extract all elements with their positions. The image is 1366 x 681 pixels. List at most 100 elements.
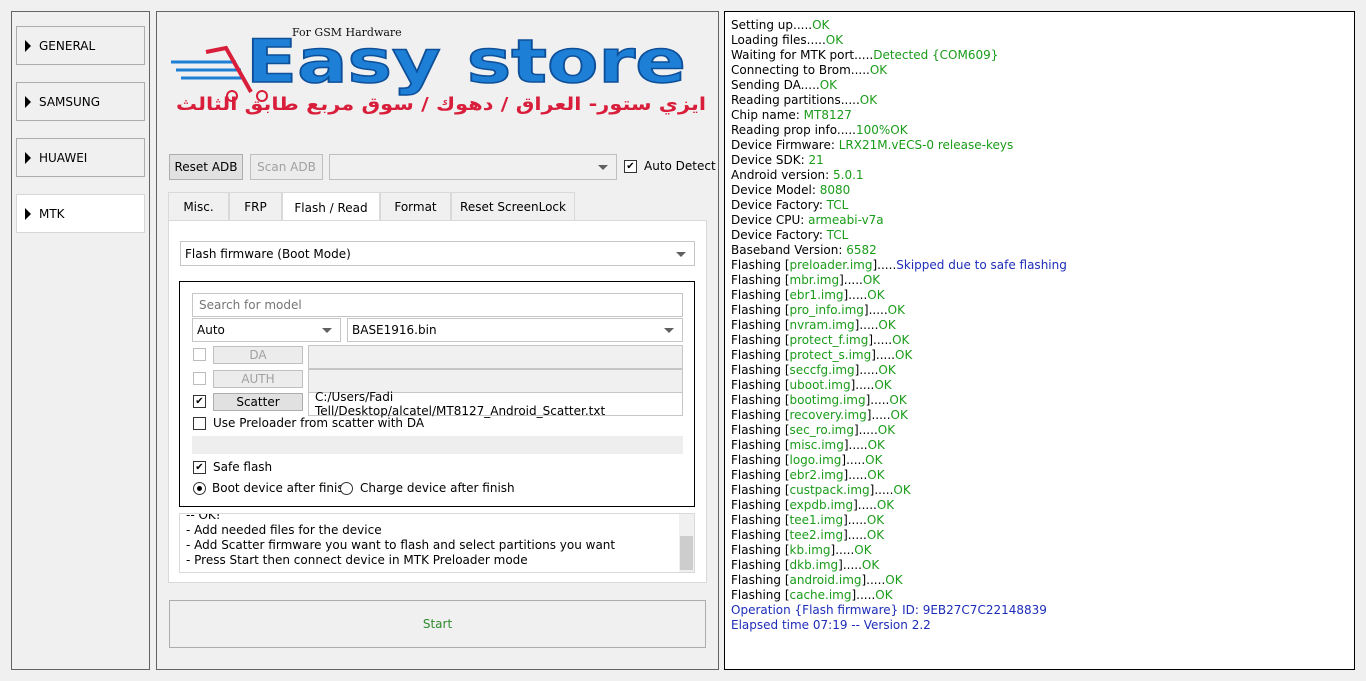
tab-misc[interactable]: Misc. bbox=[168, 192, 229, 221]
log-line: Flashing [protect_f.img].....OK bbox=[731, 333, 909, 348]
log-segment: Flashing [ bbox=[731, 423, 790, 437]
log-segment: ]..... bbox=[843, 468, 868, 482]
log-segment: MT8127 bbox=[803, 108, 852, 122]
log-segment: Loading files..... bbox=[731, 33, 826, 47]
sidebar-item-samsung[interactable]: SAMSUNG bbox=[16, 82, 145, 121]
triangle-right-icon bbox=[25, 207, 31, 220]
sidebar-item-huawei[interactable]: HUAWEI bbox=[16, 138, 145, 177]
charge-after-finish-label: Charge device after finish bbox=[360, 481, 515, 495]
log-line: Baseband Version: 6582 bbox=[731, 243, 877, 258]
adb-device-select[interactable] bbox=[329, 154, 617, 180]
log-line: Flashing [kb.img].....OK bbox=[731, 543, 872, 558]
log-segment: OK bbox=[866, 513, 885, 527]
log-segment: protect_s.img bbox=[789, 348, 872, 362]
log-segment: Device Factory: bbox=[731, 228, 827, 242]
log-line: Waiting for MTK port.....Detected {COM60… bbox=[731, 48, 998, 63]
logo: For GSM Hardware Easy store ايزي ستور- ا… bbox=[166, 20, 711, 118]
log-line: Flashing [sec_ro.img].....OK bbox=[731, 423, 895, 438]
log-segment: cache.img bbox=[789, 588, 852, 602]
log-segment: Flashing [ bbox=[731, 483, 790, 497]
da-button[interactable]: DA bbox=[213, 346, 303, 364]
log-segment: ]..... bbox=[869, 483, 894, 497]
log-segment: OK bbox=[865, 453, 883, 467]
log-segment: custpack.img bbox=[789, 483, 870, 497]
scatter-path-field[interactable]: C:/Users/Fadi Tell/Desktop/alcatel/MT812… bbox=[308, 390, 683, 418]
auto-detect-checkbox[interactable]: ✔ bbox=[624, 160, 637, 173]
log-segment: Flashing [ bbox=[731, 288, 790, 302]
flash-mode-value: Flash firmware (Boot Mode) bbox=[185, 246, 351, 261]
flash-mode-select[interactable]: Flash firmware (Boot Mode) bbox=[180, 241, 695, 266]
tab-reset-screenlock[interactable]: Reset ScreenLock bbox=[451, 192, 575, 221]
sidebar-item-mtk[interactable]: MTK bbox=[16, 194, 145, 233]
log-segment: Flashing [ bbox=[731, 558, 790, 572]
log-segment: Setting up..... bbox=[731, 18, 813, 32]
log-line: Device Model: 8080 bbox=[731, 183, 850, 198]
log-segment: OK bbox=[862, 273, 881, 287]
log-line: Reading partitions.....OK bbox=[731, 93, 877, 108]
log-segment: OK bbox=[859, 93, 878, 107]
model-search-input[interactable] bbox=[192, 293, 683, 317]
log-segment: nvram.img bbox=[789, 318, 855, 332]
log-line: Flashing [logo.img].....OK bbox=[731, 453, 882, 468]
sidebar-item-general[interactable]: GENERAL bbox=[16, 26, 145, 65]
log-segment: Connecting to Brom..... bbox=[731, 63, 870, 77]
log-segment: ]..... bbox=[866, 408, 891, 422]
log-segment: Flashing [ bbox=[731, 303, 790, 317]
tab-frp[interactable]: FRP bbox=[229, 192, 282, 221]
logo-title: Easy store bbox=[246, 27, 686, 97]
auth-button[interactable]: AUTH bbox=[213, 370, 303, 388]
charge-after-finish-radio[interactable] bbox=[340, 482, 353, 495]
scrollbar-thumb[interactable] bbox=[680, 536, 693, 570]
log-segment: ]..... bbox=[841, 453, 866, 467]
log-segment: bootimg.img bbox=[789, 393, 866, 407]
log-segment: ]..... bbox=[839, 273, 863, 287]
da-path-field[interactable] bbox=[308, 345, 683, 369]
log-output[interactable]: Setting up.....OK Loading files.....OK Wai… bbox=[724, 11, 1355, 670]
info-line: -- OK! bbox=[186, 513, 221, 522]
start-button[interactable]: Start bbox=[169, 600, 706, 648]
reset-adb-button[interactable]: Reset ADB bbox=[169, 154, 243, 180]
da-checkbox[interactable] bbox=[193, 348, 206, 361]
info-textbox[interactable]: -- OK! - Add needed files for the device… bbox=[179, 513, 695, 573]
log-line: Operation {Flash firmware} ID: 9EB27C7C2… bbox=[731, 603, 1047, 618]
progress-bar bbox=[192, 436, 683, 454]
checkmark-icon: ✔ bbox=[626, 161, 635, 172]
auth-checkbox[interactable] bbox=[193, 372, 206, 385]
info-scrollbar[interactable] bbox=[679, 514, 694, 572]
firmware-select[interactable]: BASE1916.bin bbox=[347, 318, 683, 342]
log-line: Flashing [ebr1.img].....OK bbox=[731, 288, 885, 303]
log-segment: Reading prop info..... bbox=[731, 123, 856, 137]
auto-detect-label: Auto Detect bbox=[644, 159, 716, 173]
log-line: Elapsed time 07:19 -- Version 2.2 bbox=[731, 618, 931, 633]
use-preloader-checkbox[interactable] bbox=[193, 417, 206, 430]
log-segment: OK bbox=[854, 543, 872, 557]
triangle-right-icon bbox=[25, 39, 31, 52]
log-line: Reading prop info.....100%OK bbox=[731, 123, 908, 138]
safe-flash-checkbox[interactable]: ✔ bbox=[193, 461, 206, 474]
tab-flash-read[interactable]: Flash / Read bbox=[282, 192, 380, 222]
log-segment: Flashing [ bbox=[731, 513, 790, 527]
sidebar: GENERAL SAMSUNG HUAWEI MTK bbox=[11, 11, 150, 670]
radio-dot-icon bbox=[197, 486, 202, 491]
log-segment: Device Model: bbox=[731, 183, 820, 197]
scan-adb-button[interactable]: Scan ADB bbox=[250, 154, 323, 180]
log-segment: OK bbox=[874, 378, 892, 392]
scatter-button[interactable]: Scatter bbox=[213, 393, 303, 411]
log-segment: OK bbox=[889, 393, 907, 407]
model-select[interactable]: Auto bbox=[192, 318, 341, 342]
log-segment: OK bbox=[878, 318, 896, 332]
log-line: Chip name: MT8127 bbox=[731, 108, 852, 123]
log-line: Flashing [nvram.img].....OK bbox=[731, 318, 896, 333]
tab-format[interactable]: Format bbox=[380, 192, 451, 221]
log-segment: Flashing [ bbox=[731, 348, 790, 362]
log-line: Sending DA.....OK bbox=[731, 78, 837, 93]
log-segment: preloader.img bbox=[789, 258, 873, 272]
scatter-checkbox[interactable]: ✔ bbox=[193, 395, 206, 408]
log-segment: OK bbox=[825, 33, 844, 47]
log-segment: ]..... bbox=[850, 378, 875, 392]
safe-flash-label: Safe flash bbox=[213, 460, 273, 474]
log-segment: ]..... bbox=[838, 558, 862, 572]
sidebar-item-label: GENERAL bbox=[39, 38, 96, 53]
boot-after-finish-radio[interactable] bbox=[193, 482, 206, 495]
log-line: Flashing [android.img].....OK bbox=[731, 573, 903, 588]
